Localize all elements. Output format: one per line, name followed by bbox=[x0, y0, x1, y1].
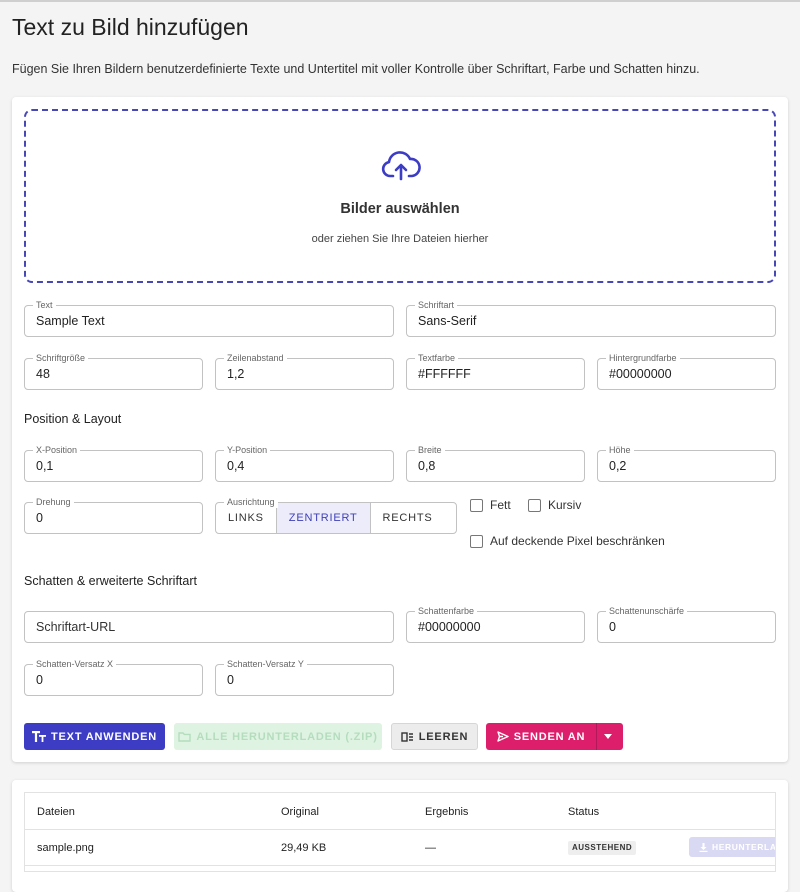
italic-checkbox[interactable]: Kursiv bbox=[528, 498, 581, 512]
line-height-value: 1,2 bbox=[227, 367, 245, 381]
shadow-offset-y-label: Schatten-Versatz Y bbox=[224, 658, 307, 670]
clear-button[interactable]: LEEREN bbox=[391, 723, 478, 750]
height-field[interactable]: Höhe 0,2 bbox=[597, 444, 776, 482]
column-header-status: Status bbox=[568, 806, 600, 818]
table-header-row: Dateien Original Ergebnis Status bbox=[25, 793, 775, 830]
alignment-label: Ausrichtung bbox=[224, 496, 278, 508]
font-size-field[interactable]: Schriftgröße 48 bbox=[24, 352, 203, 390]
download-all-zip-button[interactable]: ALLE HERUNTERLADEN (.ZIP) bbox=[174, 723, 382, 750]
original-size: 29,49 KB bbox=[281, 842, 327, 854]
opaque-pixels-checkbox[interactable]: Auf deckende Pixel beschränken bbox=[470, 534, 665, 548]
clear-all-icon bbox=[401, 731, 413, 742]
files-table: Dateien Original Ergebnis Status sample.… bbox=[24, 792, 776, 872]
apply-text-label: TEXT ANWENDEN bbox=[51, 730, 157, 743]
shadow-blur-field[interactable]: Schattenunschärfe 0 bbox=[597, 605, 776, 643]
italic-checkbox-label: Kursiv bbox=[548, 498, 582, 512]
bg-color-value: #00000000 bbox=[609, 367, 672, 381]
opaque-pixels-checkbox-box[interactable] bbox=[470, 534, 483, 548]
download-label: HERUNTERLADEN bbox=[712, 842, 776, 852]
send-to-label: SENDEN AN bbox=[513, 730, 586, 743]
shadow-color-value: #00000000 bbox=[418, 620, 481, 634]
height-label: Höhe bbox=[606, 444, 634, 456]
file-name: sample.png bbox=[37, 842, 94, 854]
send-to-dropdown-button[interactable] bbox=[596, 723, 623, 750]
download-button[interactable]: HERUNTERLADEN bbox=[689, 837, 776, 857]
download-all-label: ALLE HERUNTERLADEN (.ZIP) bbox=[196, 730, 378, 743]
width-label: Breite bbox=[415, 444, 445, 456]
file-dropzone[interactable]: Bilder auswählen oder ziehen Sie Ihre Da… bbox=[24, 109, 776, 283]
text-field[interactable]: Text Sample Text bbox=[24, 299, 394, 337]
italic-checkbox-box[interactable] bbox=[528, 498, 541, 512]
folder-icon bbox=[178, 732, 192, 742]
x-position-field[interactable]: X-Position 0,1 bbox=[24, 444, 203, 482]
cloud-upload-icon bbox=[381, 151, 421, 181]
alignment-toggle-group: Ausrichtung LINKS ZENTRIERT RECHTS bbox=[215, 496, 457, 534]
line-height-field[interactable]: Zeilenabstand 1,2 bbox=[215, 352, 394, 390]
text-color-value: #FFFFFF bbox=[418, 367, 471, 381]
y-position-field[interactable]: Y-Position 0,4 bbox=[215, 444, 394, 482]
result-size: — bbox=[425, 842, 436, 854]
rotation-value: 0 bbox=[36, 511, 43, 525]
height-value: 0,2 bbox=[609, 459, 627, 473]
send-icon bbox=[497, 731, 509, 742]
font-size-label: Schriftgröße bbox=[33, 352, 89, 364]
y-position-label: Y-Position bbox=[224, 444, 271, 456]
opaque-pixels-checkbox-label: Auf deckende Pixel beschränken bbox=[490, 534, 665, 548]
column-header-files: Dateien bbox=[37, 806, 75, 818]
dropzone-title: Bilder auswählen bbox=[340, 201, 460, 217]
column-header-original: Original bbox=[281, 806, 319, 818]
shadow-color-label: Schattenfarbe bbox=[415, 605, 478, 617]
x-position-value: 0,1 bbox=[36, 459, 54, 473]
bold-checkbox-box[interactable] bbox=[470, 498, 483, 512]
dropzone-subtitle: oder ziehen Sie Ihre Dateien hierher bbox=[311, 233, 489, 245]
rotation-field[interactable]: Drehung 0 bbox=[24, 496, 203, 534]
font-select-value: Sans-Serif bbox=[418, 314, 477, 328]
send-to-button[interactable]: SENDEN AN bbox=[486, 723, 596, 750]
text-field-value: Sample Text bbox=[36, 314, 105, 328]
shadow-blur-value: 0 bbox=[609, 620, 616, 634]
top-border bbox=[0, 0, 800, 2]
download-icon bbox=[699, 842, 708, 852]
files-card: Dateien Original Ergebnis Status sample.… bbox=[12, 780, 788, 892]
position-layout-heading: Position & Layout bbox=[24, 412, 122, 426]
bg-color-field[interactable]: Hintergrundfarbe #00000000 bbox=[597, 352, 776, 390]
text-color-label: Textfarbe bbox=[415, 352, 459, 364]
text-format-icon bbox=[32, 731, 47, 742]
line-height-label: Zeilenabstand bbox=[224, 352, 287, 364]
shadow-offset-y-field[interactable]: Schatten-Versatz Y 0 bbox=[215, 658, 394, 696]
width-value: 0,8 bbox=[418, 459, 436, 473]
width-field[interactable]: Breite 0,8 bbox=[406, 444, 585, 482]
y-position-value: 0,4 bbox=[227, 459, 245, 473]
shadow-color-field[interactable]: Schattenfarbe #00000000 bbox=[406, 605, 585, 643]
clear-label: LEEREN bbox=[418, 730, 469, 743]
text-color-field[interactable]: Textfarbe #FFFFFF bbox=[406, 352, 585, 390]
rotation-label: Drehung bbox=[33, 496, 74, 508]
shadow-blur-label: Schattenunschärfe bbox=[606, 605, 688, 617]
column-header-result: Ergebnis bbox=[425, 806, 469, 818]
shadow-offset-x-label: Schatten-Versatz X bbox=[33, 658, 117, 670]
x-position-label: X-Position bbox=[33, 444, 81, 456]
font-select[interactable]: Schriftart Sans-Serif bbox=[406, 299, 776, 337]
caret-down-icon bbox=[603, 734, 612, 739]
status-badge: AUSSTEHEND bbox=[568, 841, 637, 855]
align-right-button[interactable]: RECHTS bbox=[371, 503, 445, 533]
bold-checkbox-label: Fett bbox=[490, 498, 511, 512]
shadow-heading: Schatten & erweiterte Schriftart bbox=[24, 574, 197, 588]
shadow-offset-x-field[interactable]: Schatten-Versatz X 0 bbox=[24, 658, 203, 696]
text-field-label: Text bbox=[33, 299, 56, 311]
page-subtitle: Fügen Sie Ihren Bildern benutzerdefinier… bbox=[12, 62, 700, 76]
font-url-field[interactable]: Schriftart-URL bbox=[24, 611, 394, 643]
editor-card: Bilder auswählen oder ziehen Sie Ihre Da… bbox=[12, 97, 788, 762]
align-center-button[interactable]: ZENTRIERT bbox=[276, 503, 371, 533]
bold-checkbox[interactable]: Fett bbox=[470, 498, 511, 512]
table-row: sample.png 29,49 KB — AUSSTEHEND HERUNTE… bbox=[25, 830, 775, 866]
page-title: Text zu Bild hinzufügen bbox=[12, 14, 249, 40]
shadow-offset-x-value: 0 bbox=[36, 673, 43, 687]
font-url-placeholder: Schriftart-URL bbox=[36, 620, 116, 634]
font-select-label: Schriftart bbox=[415, 299, 458, 311]
shadow-offset-y-value: 0 bbox=[227, 673, 234, 687]
apply-text-button[interactable]: TEXT ANWENDEN bbox=[24, 723, 165, 750]
font-size-value: 48 bbox=[36, 367, 50, 381]
bg-color-label: Hintergrundfarbe bbox=[606, 352, 680, 364]
